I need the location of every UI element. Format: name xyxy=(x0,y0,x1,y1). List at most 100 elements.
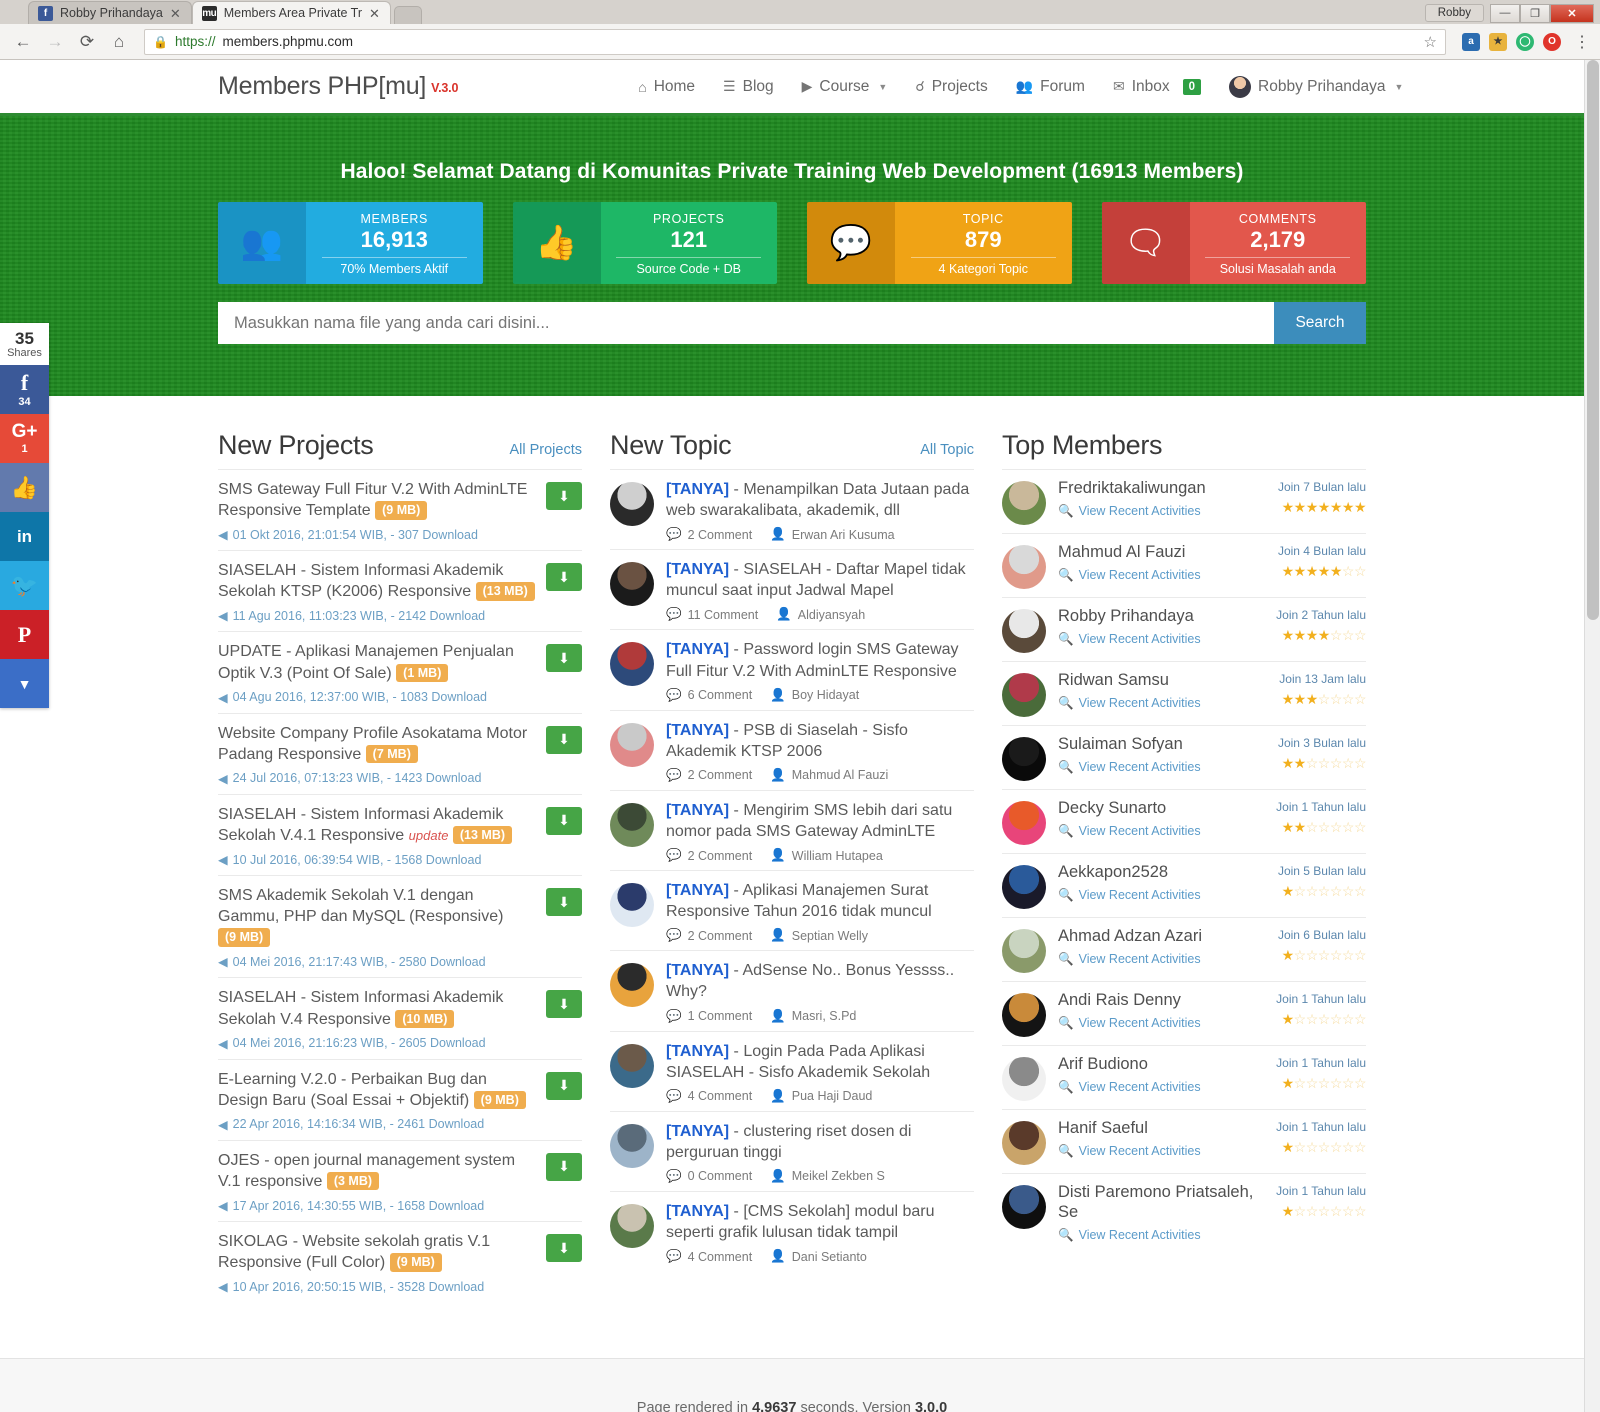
bookmark-star-icon[interactable]: ☆ xyxy=(1424,33,1437,51)
nav-item-blog[interactable]: ☰ Blog xyxy=(723,78,774,96)
project-title[interactable]: Website Company Profile Asokatama Motor … xyxy=(218,723,536,765)
topic-title[interactable]: [TANYA] - clustering riset dosen di perg… xyxy=(666,1121,974,1163)
member-name[interactable]: Ahmad Adzan Azari xyxy=(1058,927,1266,947)
view-recent-activities-link[interactable]: 🔍 View Recent Activities xyxy=(1058,824,1264,839)
download-button[interactable]: ⬇ xyxy=(546,888,582,917)
project-item[interactable]: SIKOLAG - Website sekolah gratis V.1 Res… xyxy=(218,1221,582,1302)
project-title[interactable]: SIASELAH - Sistem Informasi Akademik Sek… xyxy=(218,560,536,602)
topic-item[interactable]: [TANYA] - SIASELAH - Daftar Mapel tidak … xyxy=(610,549,974,629)
download-button[interactable]: ⬇ xyxy=(546,1071,582,1100)
stat-card-topic[interactable]: 💬 TOPIC 879 4 Kategori Topic xyxy=(807,202,1072,284)
member-name[interactable]: Robby Prihandaya xyxy=(1058,607,1264,627)
member-name[interactable]: Decky Sunarto xyxy=(1058,799,1264,819)
search-input[interactable] xyxy=(218,302,1274,344)
all-topic-link[interactable]: All Topic xyxy=(920,442,974,458)
back-icon[interactable]: ← xyxy=(10,29,36,55)
topic-item[interactable]: [TANYA] - AdSense No.. Bonus Yessss.. Wh… xyxy=(610,950,974,1030)
download-button[interactable]: ⬇ xyxy=(546,482,582,510)
nav-item-course[interactable]: ▶ Course ▼ xyxy=(802,78,888,96)
view-recent-activities-link[interactable]: 🔍 View Recent Activities xyxy=(1058,696,1267,711)
member-item[interactable]: Ahmad Adzan Azari 🔍 View Recent Activities… xyxy=(1002,917,1367,981)
member-name[interactable]: Disti Paremono Priatsaleh, Se xyxy=(1058,1183,1264,1223)
nav-item-forum[interactable]: 👥 Forum xyxy=(1016,78,1085,96)
close-window-button[interactable]: ✕ xyxy=(1550,3,1594,23)
member-item[interactable]: Robby Prihandaya 🔍 View Recent Activities J… xyxy=(1002,597,1367,661)
download-button[interactable]: ⬇ xyxy=(546,1152,582,1181)
nav-item-home[interactable]: ⌂ Home xyxy=(638,78,695,96)
member-name[interactable]: Hanif Saeful xyxy=(1058,1119,1264,1139)
opera-extension-icon[interactable]: O xyxy=(1543,32,1561,51)
topic-item[interactable]: [TANYA] - Menampilkan Data Jutaan pada w… xyxy=(610,469,974,549)
project-title[interactable]: SIKOLAG - Website sekolah gratis V.1 Res… xyxy=(218,1231,536,1273)
maximize-button[interactable]: ❐ xyxy=(1520,3,1550,23)
member-item[interactable]: Sulaiman Sofyan 🔍 View Recent Activities Jo… xyxy=(1002,725,1367,789)
topic-title[interactable]: [TANYA] - [CMS Sekolah] modul baru seper… xyxy=(666,1201,974,1243)
browser-tab-1[interactable]: f Robby Prihandaya ✕ xyxy=(28,1,192,24)
member-item[interactable]: Fredriktakaliwungan 🔍 View Recent Activiti… xyxy=(1002,469,1367,533)
page-scrollbar[interactable] xyxy=(1584,60,1600,1412)
topic-item[interactable]: [TANYA] - Mengirim SMS lebih dari satu n… xyxy=(610,789,974,870)
topic-title[interactable]: [TANYA] - Aplikasi Manajemen Surat Respo… xyxy=(666,880,974,922)
project-title[interactable]: SMS Gateway Full Fitur V.2 With AdminLTE… xyxy=(218,479,536,521)
topic-item[interactable]: [TANYA] - [CMS Sekolah] modul baru seper… xyxy=(610,1190,974,1271)
member-name[interactable]: Andi Rais Denny xyxy=(1058,991,1264,1011)
topic-title[interactable]: [TANYA] - Mengirim SMS lebih dari satu n… xyxy=(666,800,974,842)
view-recent-activities-link[interactable]: 🔍 View Recent Activities xyxy=(1058,952,1266,967)
project-title[interactable]: SIASELAH - Sistem Informasi Akademik Sek… xyxy=(218,987,536,1029)
all-projects-link[interactable]: All Projects xyxy=(509,442,582,458)
site-brand[interactable]: Members PHP[mu] V.3.0 xyxy=(218,72,458,101)
view-recent-activities-link[interactable]: 🔍 View Recent Activities xyxy=(1058,888,1266,903)
member-item[interactable]: Mahmud Al Fauzi 🔍 View Recent Activities Jo… xyxy=(1002,533,1367,597)
scrapbook-extension-icon[interactable]: ★ xyxy=(1489,32,1507,51)
view-recent-activities-link[interactable]: 🔍 View Recent Activities xyxy=(1058,504,1266,519)
member-item[interactable]: Ridwan Samsu 🔍 View Recent Activities Join … xyxy=(1002,661,1367,725)
scrollbar-thumb[interactable] xyxy=(1587,60,1599,620)
member-name[interactable]: Fredriktakaliwungan xyxy=(1058,479,1266,499)
share-pinterest-button[interactable]: P xyxy=(0,610,49,659)
amazon-extension-icon[interactable]: a xyxy=(1462,32,1480,51)
topic-title[interactable]: [TANYA] - Password login SMS Gateway Ful… xyxy=(666,639,974,681)
browser-user-chip[interactable]: Robby xyxy=(1424,4,1484,22)
member-name[interactable]: Mahmud Al Fauzi xyxy=(1058,543,1266,563)
project-item[interactable]: UPDATE - Aplikasi Manajemen Penjualan Op… xyxy=(218,631,582,712)
project-item[interactable]: Website Company Profile Asokatama Motor … xyxy=(218,712,582,794)
member-name[interactable]: Aekkapon2528 xyxy=(1058,863,1266,883)
download-button[interactable]: ⬇ xyxy=(546,1234,582,1263)
minimize-button[interactable]: — xyxy=(1490,3,1520,23)
stat-card-projects[interactable]: 👍 PROJECTS 121 Source Code + DB xyxy=(512,202,777,284)
topic-item[interactable]: [TANYA] - Login Pada Pada Aplikasi SIASE… xyxy=(610,1030,974,1111)
view-recent-activities-link[interactable]: 🔍 View Recent Activities xyxy=(1058,1080,1264,1095)
project-title[interactable]: SMS Akademik Sekolah V.1 dengan Gammu, P… xyxy=(218,885,536,948)
nav-item-inbox[interactable]: ✉ Inbox 0 xyxy=(1113,78,1202,96)
download-button[interactable]: ⬇ xyxy=(546,644,582,673)
project-item[interactable]: SIASELAH - Sistem Informasi Akademik Sek… xyxy=(218,550,582,631)
topic-item[interactable]: [TANYA] - Aplikasi Manajemen Surat Respo… xyxy=(610,870,974,950)
reload-icon[interactable]: ⟳ xyxy=(74,29,100,55)
member-name[interactable]: Ridwan Samsu xyxy=(1058,671,1267,691)
project-title[interactable]: E-Learning V.2.0 - Perbaikan Bug dan Des… xyxy=(218,1069,536,1111)
member-item[interactable]: Disti Paremono Priatsaleh, Se 🔍 View Recen… xyxy=(1002,1173,1367,1251)
address-bar[interactable]: 🔒 https:// members.phpmu.com ☆ xyxy=(144,28,1446,55)
member-item[interactable]: Andi Rais Denny 🔍 View Recent Activities Jo… xyxy=(1002,981,1367,1045)
member-item[interactable]: Hanif Saeful 🔍 View Recent Activities Join … xyxy=(1002,1109,1367,1173)
share-like-button[interactable]: 👍 xyxy=(0,463,49,512)
project-item[interactable]: SMS Gateway Full Fitur V.2 With AdminLTE… xyxy=(218,469,582,550)
stat-card-members[interactable]: 👥 MEMBERS 16,913 70% Members Aktif xyxy=(218,202,483,284)
member-item[interactable]: Arif Budiono 🔍 View Recent Activities Join … xyxy=(1002,1045,1367,1109)
download-button[interactable]: ⬇ xyxy=(546,806,582,835)
view-recent-activities-link[interactable]: 🔍 View Recent Activities xyxy=(1058,760,1266,775)
topic-title[interactable]: [TANYA] - AdSense No.. Bonus Yessss.. Wh… xyxy=(666,960,974,1002)
topic-title[interactable]: [TANYA] - Menampilkan Data Jutaan pada w… xyxy=(666,479,974,521)
green-circle-extension-icon[interactable]: ◯ xyxy=(1516,32,1534,51)
member-name[interactable]: Sulaiman Sofyan xyxy=(1058,735,1266,755)
browser-menu-icon[interactable]: ⋮ xyxy=(1574,32,1590,52)
stat-card-comments[interactable]: 🗨 COMMENTS 2,179 Solusi Masalah anda xyxy=(1101,202,1366,284)
home-icon[interactable]: ⌂ xyxy=(106,29,132,55)
topic-title[interactable]: [TANYA] - Login Pada Pada Aplikasi SIASE… xyxy=(666,1041,974,1083)
download-button[interactable]: ⬇ xyxy=(546,725,582,754)
search-button[interactable]: Search xyxy=(1274,302,1366,344)
topic-item[interactable]: [TANYA] - Password login SMS Gateway Ful… xyxy=(610,629,974,709)
download-button[interactable]: ⬇ xyxy=(546,990,582,1019)
project-title[interactable]: SIASELAH - Sistem Informasi Akademik Sek… xyxy=(218,804,536,846)
download-button[interactable]: ⬇ xyxy=(546,563,582,592)
